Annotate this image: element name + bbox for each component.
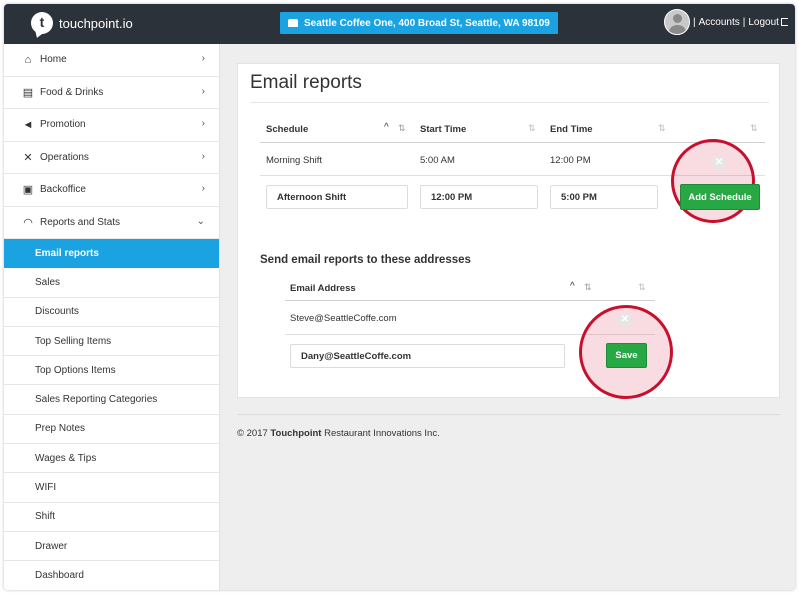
sort-icon[interactable]: ⇅ xyxy=(584,282,592,293)
logo-text: touchpoint.io xyxy=(59,15,133,31)
megaphone-icon: ◄ xyxy=(22,118,34,131)
column-header-email-address[interactable]: Email Address xyxy=(290,283,356,294)
delete-schedule-icon[interactable]: ✕ xyxy=(712,156,726,170)
add-schedule-button[interactable]: Add Schedule xyxy=(680,184,760,210)
location-label: Seattle Coffee One, 400 Broad St, Seattl… xyxy=(304,17,550,29)
chevron-down-icon: ⌄ xyxy=(196,215,205,227)
sidebar-subitem-sales[interactable]: Sales xyxy=(4,268,219,298)
email-address-input[interactable]: Dany@SeattleCoffe.com xyxy=(290,344,565,368)
sort-icon[interactable]: ⇅ xyxy=(750,123,758,134)
sidebar-subitem-sales-reporting-categories[interactable]: Sales Reporting Categories xyxy=(4,385,219,415)
sort-asc-icon[interactable]: ^ xyxy=(570,281,575,292)
schedule-name-input[interactable]: Afternoon Shift xyxy=(266,185,408,209)
email-address-cell: Steve@SeattleCoffe.com xyxy=(290,313,397,324)
sidebar-subitem-top-selling-items[interactable]: Top Selling Items xyxy=(4,327,219,357)
location-selector[interactable]: Seattle Coffee One, 400 Broad St, Seattl… xyxy=(280,12,558,34)
sidebar-item-operations[interactable]: ✕ Operations › xyxy=(4,142,219,174)
accounts-link[interactable]: Accounts xyxy=(699,17,740,28)
logo[interactable]: t touchpoint.io xyxy=(31,12,133,34)
store-icon xyxy=(288,19,298,27)
gauge-icon: ◠ xyxy=(23,216,33,229)
sidebar-item-label: Promotion xyxy=(40,119,86,131)
sidebar-subitem-prep-notes[interactable]: Prep Notes xyxy=(4,415,219,445)
footer-brand: Touchpoint xyxy=(270,428,322,439)
highlight-ring xyxy=(671,139,755,223)
chevron-right-icon: › xyxy=(201,53,205,64)
end-time-input[interactable]: 5:00 PM xyxy=(550,185,658,209)
sidebar-item-food-drinks[interactable]: ▤ Food & Drinks › xyxy=(4,77,219,109)
book-icon: ▤ xyxy=(22,86,34,99)
sidebar-subitem-top-options-items[interactable]: Top Options Items xyxy=(4,356,219,386)
save-button[interactable]: Save xyxy=(606,343,647,368)
top-bar: t touchpoint.io Seattle Coffee One, 400 … xyxy=(4,4,795,44)
chevron-right-icon: › xyxy=(201,183,205,194)
sidebar-item-label: Backoffice xyxy=(40,184,86,196)
sidebar-item-promotion[interactable]: ◄ Promotion › xyxy=(4,109,219,142)
page-title: Email reports xyxy=(250,72,362,93)
email-reports-card: Email reports Schedule ^ ⇅ Start Time ⇅ … xyxy=(237,63,780,399)
column-header-start-time[interactable]: Start Time xyxy=(420,124,466,135)
column-header-schedule[interactable]: Schedule xyxy=(266,124,308,135)
divider xyxy=(250,102,769,103)
sidebar-subitem-email-reports[interactable]: Email reports xyxy=(4,239,219,269)
chevron-right-icon: › xyxy=(201,150,205,162)
tools-icon: ✕ xyxy=(23,151,33,164)
logo-icon: t xyxy=(31,12,53,34)
sidebar-subitem-dashboard[interactable]: Dashboard xyxy=(4,561,219,590)
avatar[interactable] xyxy=(664,9,690,35)
email-section-title: Send email reports to these addresses xyxy=(260,254,471,266)
sidebar-item-label: Operations xyxy=(40,151,89,163)
sort-asc-icon[interactable]: ^ xyxy=(384,122,389,133)
sort-icon[interactable]: ⇅ xyxy=(638,282,646,293)
sort-icon[interactable]: ⇅ xyxy=(398,123,406,134)
schedule-name-cell: Morning Shift xyxy=(266,155,322,166)
separator: | xyxy=(693,16,696,28)
footer-company: Restaurant Innovations Inc. xyxy=(321,428,440,439)
sidebar-item-backoffice[interactable]: ▣ Backoffice › xyxy=(4,174,219,207)
logout-link[interactable]: Logout xyxy=(748,17,779,28)
sidebar-item-label: Food & Drinks xyxy=(40,86,104,98)
divider xyxy=(285,300,655,301)
sidebar-subitem-wifi[interactable]: WIFI xyxy=(4,473,219,503)
column-header-end-time[interactable]: End Time xyxy=(550,124,593,135)
sidebar-subitem-discounts[interactable]: Discounts xyxy=(4,298,219,327)
sort-icon[interactable]: ⇅ xyxy=(658,123,666,134)
sidebar-subitem-drawer[interactable]: Drawer xyxy=(4,532,219,562)
logo-letter: t xyxy=(39,14,45,30)
logout-icon[interactable] xyxy=(780,18,788,26)
start-time-cell: 5:00 AM xyxy=(420,155,455,166)
sidebar-subitem-wages-tips[interactable]: Wages & Tips xyxy=(4,444,219,474)
footer: © 2017 Touchpoint Restaurant Innovations… xyxy=(237,428,440,439)
sidebar: ⌂ Home › ▤ Food & Drinks › ◄ Promotion ›… xyxy=(4,44,220,590)
chevron-right-icon: › xyxy=(201,85,205,97)
user-menu: | Accounts | Logout xyxy=(664,9,788,35)
chevron-right-icon: › xyxy=(201,118,205,129)
home-icon: ⌂ xyxy=(24,53,32,66)
delete-email-icon[interactable]: ✕ xyxy=(618,313,632,327)
sort-icon[interactable]: ⇅ xyxy=(528,123,536,134)
sidebar-subitem-shift[interactable]: Shift xyxy=(4,503,219,532)
divider xyxy=(260,142,765,143)
briefcase-icon: ▣ xyxy=(22,184,34,197)
sidebar-item-reports-and-stats[interactable]: ◠ Reports and Stats ⌄ xyxy=(4,207,219,239)
app-window: t touchpoint.io Seattle Coffee One, 400 … xyxy=(4,4,795,590)
sidebar-item-label: Reports and Stats xyxy=(40,216,121,228)
sidebar-item-home[interactable]: ⌂ Home › xyxy=(4,44,219,77)
footer-copyright: © 2017 xyxy=(237,428,271,439)
separator: | xyxy=(742,16,746,28)
divider xyxy=(237,414,780,415)
sidebar-item-label: Home xyxy=(40,54,67,66)
start-time-input[interactable]: 12:00 PM xyxy=(420,185,538,209)
end-time-cell: 12:00 PM xyxy=(550,155,591,166)
